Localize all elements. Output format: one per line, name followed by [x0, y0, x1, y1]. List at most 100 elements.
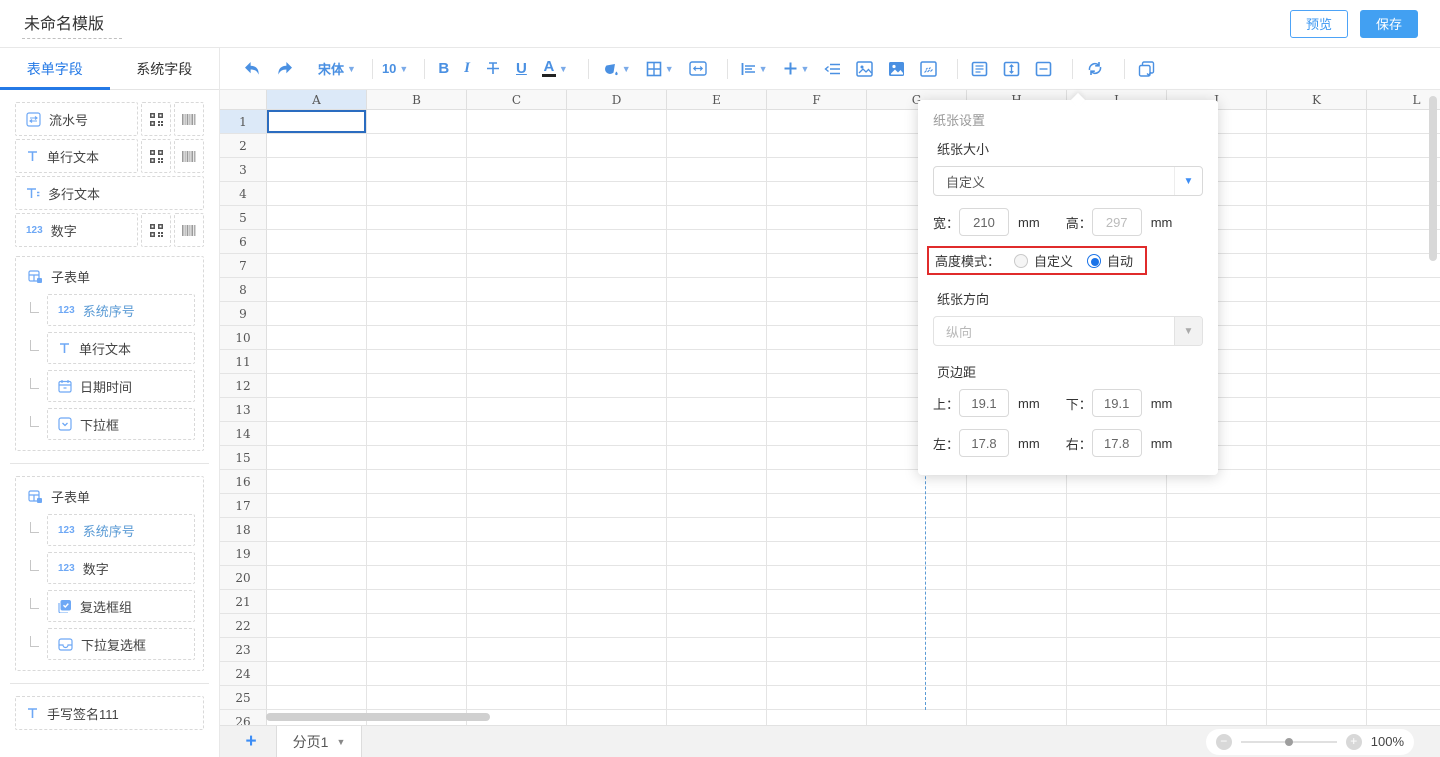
grid-cell[interactable] [567, 182, 667, 206]
grid-cell[interactable] [267, 254, 367, 278]
grid-cell[interactable] [467, 614, 567, 638]
page-setup-button[interactable] [967, 56, 992, 82]
grid-cell[interactable] [567, 470, 667, 494]
child-field-system-serial[interactable]: 123 系统序号 [47, 294, 195, 326]
grid-cell[interactable] [267, 470, 367, 494]
grid-cell[interactable] [867, 614, 967, 638]
grid-cell[interactable] [1267, 350, 1367, 374]
child-field-system-serial[interactable]: 123 系统序号 [47, 514, 195, 546]
page-margin-button[interactable] [1031, 56, 1056, 82]
grid-cell[interactable] [767, 326, 867, 350]
grid-cell[interactable] [467, 302, 567, 326]
row-header[interactable]: 25 [220, 686, 267, 710]
row-header[interactable]: 26 [220, 710, 267, 725]
grid-cell[interactable] [1167, 494, 1267, 518]
grid-cell[interactable] [667, 638, 767, 662]
grid-cell[interactable] [467, 158, 567, 182]
grid-cell[interactable] [667, 590, 767, 614]
zoom-slider-knob[interactable] [1285, 738, 1293, 746]
grid-cell[interactable] [1267, 398, 1367, 422]
grid-cell[interactable] [367, 182, 467, 206]
underline-button[interactable]: U [512, 56, 531, 82]
grid-cell[interactable] [367, 662, 467, 686]
grid-cell[interactable] [967, 542, 1067, 566]
qrcode-button[interactable] [141, 139, 171, 173]
grid-cell[interactable] [367, 230, 467, 254]
grid-cell[interactable] [367, 302, 467, 326]
barcode-button[interactable] [174, 213, 204, 247]
grid-cell[interactable] [667, 182, 767, 206]
row-header[interactable]: 17 [220, 494, 267, 518]
barcode-button[interactable] [174, 139, 204, 173]
qrcode-button[interactable] [141, 102, 171, 136]
grid-cell[interactable] [967, 662, 1067, 686]
tab-form-fields[interactable]: 表单字段 [0, 48, 110, 89]
insert-filled-image-button[interactable] [884, 56, 909, 82]
subform-group-header[interactable]: 子表单 [24, 267, 195, 286]
grid-cell[interactable] [1167, 710, 1267, 725]
grid-cell[interactable] [967, 710, 1067, 725]
grid-cell[interactable] [367, 110, 467, 134]
grid-cell[interactable] [1067, 590, 1167, 614]
grid-cell[interactable] [1267, 494, 1367, 518]
grid-cell[interactable] [1167, 662, 1267, 686]
grid-cell[interactable] [1267, 662, 1367, 686]
radio-custom[interactable] [1014, 254, 1028, 268]
undo-button[interactable] [240, 56, 265, 82]
row-header[interactable]: 1 [220, 110, 267, 134]
grid-cell[interactable] [567, 374, 667, 398]
grid-cell[interactable] [867, 686, 967, 710]
grid-cell[interactable] [1067, 566, 1167, 590]
grid-cell[interactable] [267, 662, 367, 686]
borders-button[interactable]: ▼ [642, 56, 678, 82]
row-header[interactable]: 9 [220, 302, 267, 326]
grid-cell[interactable] [867, 494, 967, 518]
grid-cell[interactable] [467, 518, 567, 542]
grid-cell[interactable] [1367, 518, 1440, 542]
grid-cell[interactable] [1267, 614, 1367, 638]
child-field-dropdown-check[interactable]: 下拉复选框 [47, 628, 195, 660]
grid-cell[interactable] [367, 686, 467, 710]
grid-cell[interactable] [1367, 590, 1440, 614]
grid-cell[interactable] [667, 350, 767, 374]
grid-cell[interactable] [467, 206, 567, 230]
grid-cell[interactable] [467, 422, 567, 446]
grid-cell[interactable] [567, 350, 667, 374]
grid-cell[interactable] [467, 590, 567, 614]
grid-cell[interactable] [1367, 686, 1440, 710]
grid-cell[interactable] [1067, 542, 1167, 566]
row-header[interactable]: 13 [220, 398, 267, 422]
font-family-select[interactable]: 宋体 ▼ [318, 59, 356, 78]
grid-cell[interactable] [667, 110, 767, 134]
grid-cell[interactable] [767, 158, 867, 182]
radio-auto[interactable] [1087, 254, 1101, 268]
grid-cell[interactable] [867, 566, 967, 590]
row-header[interactable]: 4 [220, 182, 267, 206]
grid-cell[interactable] [767, 710, 867, 725]
grid-cell[interactable] [667, 326, 767, 350]
row-header[interactable]: 5 [220, 206, 267, 230]
grid-cell[interactable] [767, 638, 867, 662]
orientation-select[interactable]: 纵向 ▼ [933, 316, 1203, 346]
row-header[interactable]: 21 [220, 590, 267, 614]
grid-cell[interactable] [767, 374, 867, 398]
grid-cell[interactable] [367, 326, 467, 350]
grid-cell[interactable] [767, 566, 867, 590]
grid-cell[interactable] [1267, 710, 1367, 725]
grid-cell[interactable] [567, 542, 667, 566]
grid-cell[interactable] [1267, 374, 1367, 398]
outdent-button[interactable] [820, 56, 845, 82]
grid-cell[interactable] [1367, 446, 1440, 470]
grid-cell[interactable] [567, 422, 667, 446]
grid-cell[interactable] [667, 518, 767, 542]
grid-cell[interactable] [667, 302, 767, 326]
grid-cell[interactable] [1167, 590, 1267, 614]
grid-cell[interactable] [767, 446, 867, 470]
column-header[interactable]: C [467, 90, 567, 110]
grid-cell[interactable] [1267, 206, 1367, 230]
grid-cell[interactable] [467, 374, 567, 398]
child-field-checkbox-group[interactable]: 复选框组 [47, 590, 195, 622]
grid-cell[interactable] [1267, 110, 1367, 134]
child-field-number[interactable]: 123 数字 [47, 552, 195, 584]
grid-cell[interactable] [467, 350, 567, 374]
